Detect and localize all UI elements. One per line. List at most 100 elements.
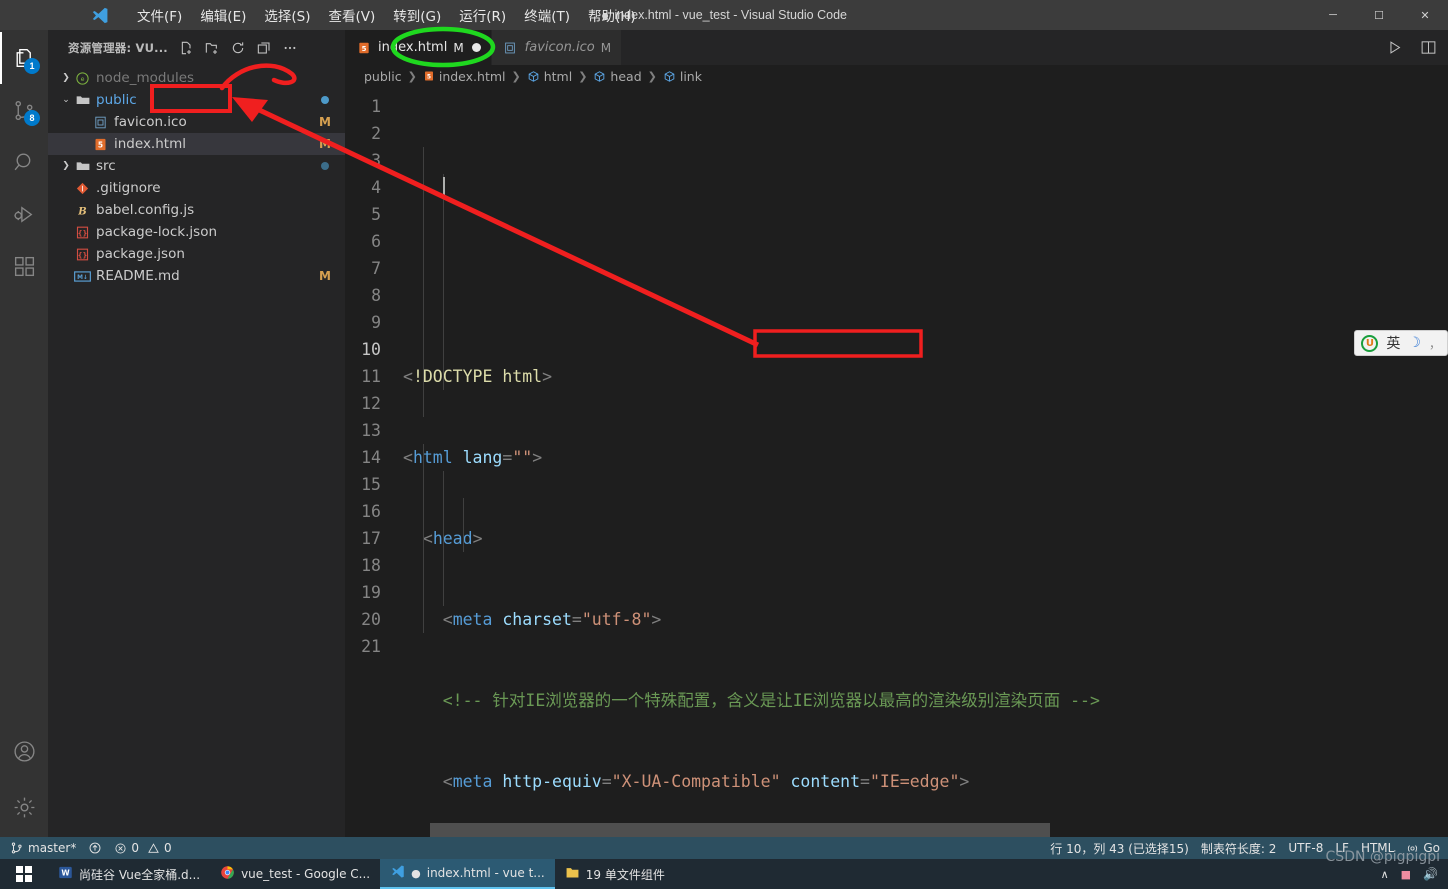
indent-guide xyxy=(443,471,444,606)
explorer-actions xyxy=(174,37,302,59)
chevron-right-icon: ❯ xyxy=(62,73,70,83)
status-editor-position[interactable]: 行 10，列 43 (已选择15) xyxy=(1044,837,1195,859)
markdown-file-icon: M↓ xyxy=(74,268,91,285)
word-icon: W xyxy=(58,865,73,883)
ime-moon-icon[interactable]: ☽ xyxy=(1408,335,1421,351)
taskbar-chrome[interactable]: vue_test - Google C... xyxy=(210,859,380,889)
breadcrumb-item-link[interactable]: link xyxy=(663,69,702,84)
search-icon[interactable] xyxy=(0,136,48,188)
git-file-icon xyxy=(74,180,91,197)
minimize-button[interactable]: ─ xyxy=(1310,0,1356,30)
taskbar-label: vue_test - Google C... xyxy=(241,867,371,881)
menu-view[interactable]: 查看(V) xyxy=(320,1,385,29)
menu-edit[interactable]: 编辑(E) xyxy=(191,1,255,29)
tray-up-icon[interactable]: ∧ xyxy=(1381,868,1389,881)
status-branch[interactable]: master* xyxy=(4,837,82,859)
breadcrumb-label: index.html xyxy=(438,68,506,84)
start-button[interactable] xyxy=(0,859,48,889)
source-control-icon[interactable]: 8 xyxy=(0,84,48,136)
explorer-icon[interactable]: 1 xyxy=(0,32,48,84)
line-number: 15 xyxy=(361,475,381,494)
tree-item-label: src xyxy=(96,158,116,174)
svg-text:5: 5 xyxy=(98,140,103,149)
close-button[interactable]: ✕ xyxy=(1402,0,1448,30)
tree-item-babel-config-js[interactable]: B babel.config.js xyxy=(48,199,345,221)
new-folder-icon[interactable] xyxy=(200,37,224,59)
svg-text:{}: {} xyxy=(78,251,88,259)
explorer-title: 资源管理器: VU... xyxy=(68,40,168,55)
run-file-icon[interactable] xyxy=(1380,33,1408,63)
taskbar-vscode[interactable]: ● index.html - vue t... xyxy=(380,859,555,889)
tab-dirty-indicator[interactable] xyxy=(471,43,481,52)
status-indentation[interactable]: 制表符长度: 2 xyxy=(1195,837,1283,859)
unstaged-dot-icon xyxy=(321,162,329,170)
tab-label: favicon.ico xyxy=(524,40,595,55)
line-number: 19 xyxy=(361,583,381,602)
breadcrumb-item-public[interactable]: public xyxy=(364,69,402,84)
tree-item-public[interactable]: ⌄ public xyxy=(48,89,345,111)
status-encoding[interactable]: UTF-8 xyxy=(1282,837,1329,859)
tab-modified-badge: M xyxy=(600,40,612,55)
json-file-icon: {} xyxy=(74,246,91,263)
folder-icon xyxy=(565,865,580,883)
tree-item-readme-md[interactable]: M↓ README.md M xyxy=(48,265,345,287)
ime-mode-label[interactable]: 英 xyxy=(1386,333,1400,353)
tree-item-package-lock-json[interactable]: {} package-lock.json xyxy=(48,221,345,243)
symbol-field-icon xyxy=(527,69,540,84)
status-sync[interactable] xyxy=(82,837,108,859)
ime-punctuation-icon[interactable]: ， xyxy=(1429,335,1441,352)
ime-floating-bar[interactable]: U 英 ☽ ， xyxy=(1354,330,1448,356)
tray-volume-icon[interactable]: 🔊 xyxy=(1423,867,1438,881)
tab-index-html[interactable]: 5 index.html M xyxy=(345,30,492,65)
tree-item-node_modules[interactable]: ❯ e node_modules xyxy=(48,67,345,89)
babel-file-icon: B xyxy=(74,202,91,219)
settings-gear-icon[interactable] xyxy=(0,777,48,837)
line-number: 13 xyxy=(361,421,381,440)
tree-item-label: package-lock.json xyxy=(96,224,218,240)
collapse-all-icon[interactable] xyxy=(252,37,276,59)
code-editor[interactable]: 1 2 3 4 5 6 7 8 9 10 11 12 13 14 15 16 1… xyxy=(345,87,1448,837)
breadcrumb-item-index-html[interactable]: 5 index.html xyxy=(423,69,506,84)
extensions-icon[interactable] xyxy=(0,240,48,292)
taskbar-word[interactable]: W 尚硅谷 Vue全家桶.d... xyxy=(48,859,210,889)
menu-terminal[interactable]: 终端(T) xyxy=(515,1,579,29)
refresh-icon[interactable] xyxy=(226,37,250,59)
menu-selection[interactable]: 选择(S) xyxy=(255,1,319,29)
breadcrumb-item-html[interactable]: html xyxy=(527,69,572,84)
windows-taskbar: W 尚硅谷 Vue全家桶.d... vue_test - Google C...… xyxy=(0,859,1448,889)
explorer-badge: 1 xyxy=(24,58,40,74)
breadcrumb-item-head[interactable]: head xyxy=(593,69,642,84)
menu-help[interactable]: 帮助(H) xyxy=(579,1,645,29)
editor-toolbar xyxy=(1380,30,1448,65)
line-number: 1 xyxy=(371,97,381,116)
warning-icon xyxy=(148,842,159,853)
more-actions-icon[interactable] xyxy=(278,37,302,59)
maximize-button[interactable]: ☐ xyxy=(1356,0,1402,30)
new-file-icon[interactable] xyxy=(174,37,198,59)
source-control-badge: 8 xyxy=(24,110,40,126)
menu-file[interactable]: 文件(F) xyxy=(128,1,191,29)
split-editor-icon[interactable] xyxy=(1414,33,1442,63)
tree-item-src[interactable]: ❯ src xyxy=(48,155,345,177)
editor-horizontal-scrollbar[interactable] xyxy=(345,823,1448,837)
code-lines[interactable]: <!DOCTYPE html> <html lang=""> <head> <m… xyxy=(403,93,1448,837)
tree-item-label: babel.config.js xyxy=(96,202,195,218)
menu-run[interactable]: 运行(R) xyxy=(450,1,515,29)
vscode-window: 文件(F) 编辑(E) 选择(S) 查看(V) 转到(G) 运行(R) 终端(T… xyxy=(0,0,1448,889)
taskbar-folder[interactable]: 19 单文件组件 xyxy=(555,859,675,889)
run-and-debug-icon[interactable] xyxy=(0,188,48,240)
json-file-icon: {} xyxy=(74,224,91,241)
menu-goto[interactable]: 转到(G) xyxy=(384,1,450,29)
tree-item-favicon-ico[interactable]: favicon.ico M xyxy=(48,111,345,133)
html5-file-icon: 5 xyxy=(92,136,109,153)
accounts-icon[interactable] xyxy=(0,725,48,777)
tree-item-gitignore[interactable]: .gitignore xyxy=(48,177,345,199)
scrollbar-thumb[interactable] xyxy=(430,823,1050,837)
svg-text:{}: {} xyxy=(78,229,88,237)
tray-ime-icon[interactable]: ■ xyxy=(1401,868,1411,881)
tree-item-package-json[interactable]: {} package.json xyxy=(48,243,345,265)
tree-item-index-html[interactable]: 5 index.html M xyxy=(48,133,345,155)
tree-item-label: package.json xyxy=(96,246,185,262)
tab-favicon-ico[interactable]: favicon.ico M xyxy=(491,30,623,65)
status-problems[interactable]: 0 0 xyxy=(108,837,177,859)
